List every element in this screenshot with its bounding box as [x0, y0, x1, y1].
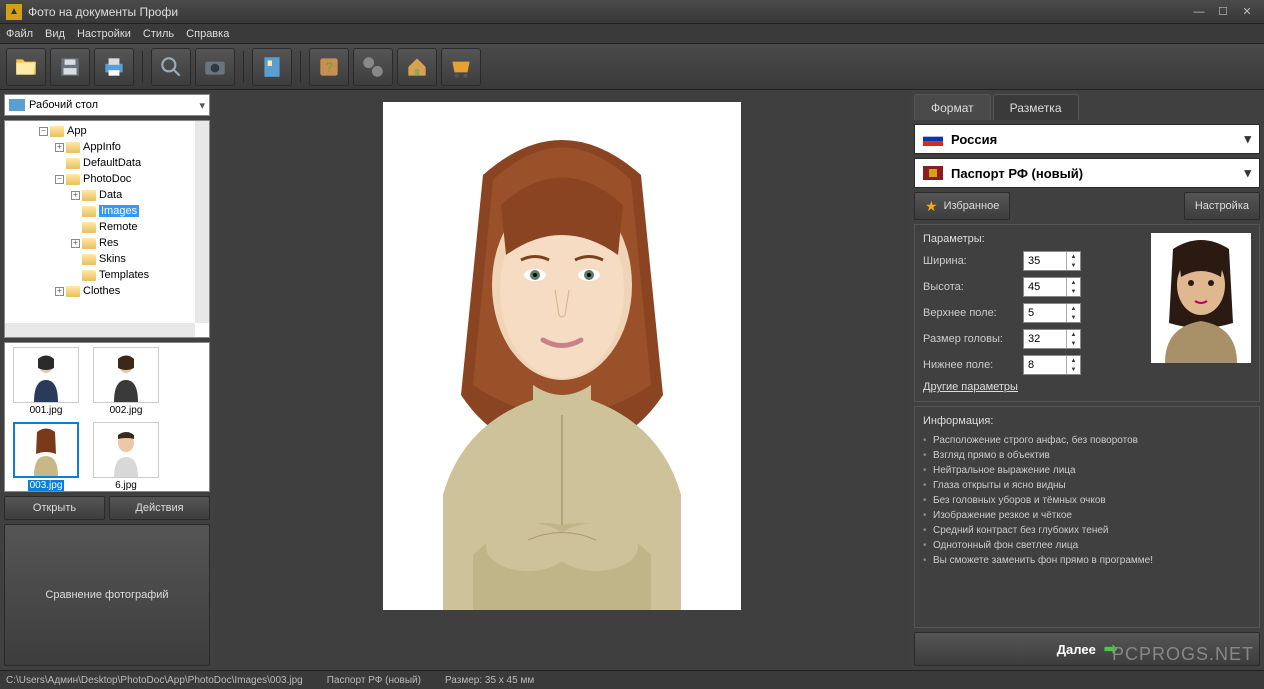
canvas — [214, 90, 910, 670]
left-panel: Рабочий стол ▾ −App +AppInfo DefaultData… — [0, 90, 214, 670]
params-title: Параметры: — [923, 233, 1143, 245]
open-folder-button[interactable] — [6, 48, 46, 86]
document-selector[interactable]: Паспорт РФ (новый) ▾ — [914, 158, 1260, 188]
thumbnails: 001.jpg 002.jpg 003.jpg 6.jpg — [4, 342, 210, 492]
bottom-margin-input[interactable]: 8▲▼ — [1023, 355, 1081, 375]
window-title: Фото на документы Профи — [28, 5, 1186, 19]
app-icon: ▲ — [6, 4, 22, 20]
head-size-input[interactable]: 32▲▼ — [1023, 329, 1081, 349]
bottom-margin-label: Нижнее поле: — [923, 359, 1023, 371]
tree-selected: Images — [99, 205, 139, 217]
toolbar-separator — [243, 51, 244, 83]
watermark: PCPROGS.NET — [1112, 644, 1254, 665]
thumb-003[interactable]: 003.jpg — [9, 422, 83, 491]
print-button[interactable] — [94, 48, 134, 86]
menu-file[interactable]: Файл — [6, 28, 33, 40]
dropdown-icon: ▾ — [1244, 131, 1251, 147]
tab-layout[interactable]: Разметка — [993, 94, 1079, 120]
thumb-006[interactable]: 6.jpg — [89, 422, 163, 491]
tabs: Формат Разметка — [914, 94, 1260, 120]
menu-view[interactable]: Вид — [45, 28, 65, 40]
main-area: Рабочий стол ▾ −App +AppInfo DefaultData… — [0, 90, 1264, 670]
height-label: Высота: — [923, 281, 1023, 293]
sample-photo — [1151, 233, 1251, 363]
save-button[interactable] — [50, 48, 90, 86]
parameters-panel: Параметры: Ширина:35▲▼ Высота:45▲▼ Верхн… — [914, 224, 1260, 402]
menubar: Файл Вид Настройки Стиль Справка — [0, 24, 1264, 44]
tree-scrollbar-v[interactable] — [195, 121, 209, 323]
dropdown-icon: ▾ — [199, 99, 205, 112]
open-button[interactable]: Открыть — [4, 496, 105, 520]
compare-button[interactable]: Сравнение фотографий — [4, 524, 210, 666]
minimize-button[interactable]: — — [1188, 4, 1210, 20]
close-button[interactable]: ✕ — [1236, 4, 1258, 20]
height-input[interactable]: 45▲▼ — [1023, 277, 1081, 297]
toolbar-separator — [142, 51, 143, 83]
country-selector[interactable]: Россия ▾ — [914, 124, 1260, 154]
svg-text:?: ? — [325, 59, 332, 74]
country-label: Россия — [951, 132, 997, 147]
dropdown-icon: ▾ — [1244, 165, 1251, 181]
folder-tree[interactable]: −App +AppInfo DefaultData −PhotoDoc +Dat… — [4, 120, 210, 338]
video-button[interactable] — [353, 48, 393, 86]
other-params-link[interactable]: Другие параметры — [923, 381, 1143, 393]
width-input[interactable]: 35▲▼ — [1023, 251, 1081, 271]
status-path: C:\Users\Админ\Desktop\PhotoDoc\App\Phot… — [6, 675, 303, 686]
head-size-label: Размер головы: — [923, 333, 1023, 345]
passport-icon — [923, 166, 943, 180]
tab-format[interactable]: Формат — [914, 94, 991, 120]
info-panel: Информация: Расположение строго анфас, б… — [914, 406, 1260, 628]
configure-button[interactable]: Настройка — [1184, 192, 1260, 220]
actions-button[interactable]: Действия — [109, 496, 210, 520]
document-mode-button[interactable] — [252, 48, 292, 86]
camera-button[interactable] — [195, 48, 235, 86]
right-panel: Формат Разметка Россия ▾ Паспорт РФ (нов… — [910, 90, 1264, 670]
cart-button[interactable] — [441, 48, 481, 86]
path-label: Рабочий стол — [29, 99, 98, 111]
menu-settings[interactable]: Настройки — [77, 28, 131, 40]
status-doc: Паспорт РФ (новый) — [327, 675, 421, 686]
zoom-button[interactable] — [151, 48, 191, 86]
status-size: Размер: 35 x 45 мм — [445, 675, 534, 686]
home-button[interactable] — [397, 48, 437, 86]
tree-scrollbar-h[interactable] — [5, 323, 195, 337]
toolbar-separator — [300, 51, 301, 83]
info-list: Расположение строго анфас, без поворотов… — [923, 433, 1251, 568]
desktop-icon — [9, 99, 25, 111]
titlebar: ▲ Фото на документы Профи — ☐ ✕ — [0, 0, 1264, 24]
top-margin-label: Верхнее поле: — [923, 307, 1023, 319]
menu-style[interactable]: Стиль — [143, 28, 174, 40]
star-icon: ★ — [925, 198, 938, 215]
document-label: Паспорт РФ (новый) — [951, 166, 1083, 181]
top-margin-input[interactable]: 5▲▼ — [1023, 303, 1081, 323]
thumb-002[interactable]: 002.jpg — [89, 347, 163, 416]
path-selector[interactable]: Рабочий стол ▾ — [4, 94, 210, 116]
thumb-001[interactable]: 001.jpg — [9, 347, 83, 416]
help-book-button[interactable]: ? — [309, 48, 349, 86]
main-photo[interactable] — [383, 102, 741, 610]
maximize-button[interactable]: ☐ — [1212, 4, 1234, 20]
width-label: Ширина: — [923, 255, 1023, 267]
statusbar: C:\Users\Админ\Desktop\PhotoDoc\App\Phot… — [0, 670, 1264, 689]
menu-help[interactable]: Справка — [186, 28, 229, 40]
favorite-button[interactable]: ★Избранное — [914, 192, 1010, 220]
info-title: Информация: — [923, 415, 1251, 427]
toolbar: ? — [0, 44, 1264, 90]
russia-flag-icon — [923, 132, 943, 146]
